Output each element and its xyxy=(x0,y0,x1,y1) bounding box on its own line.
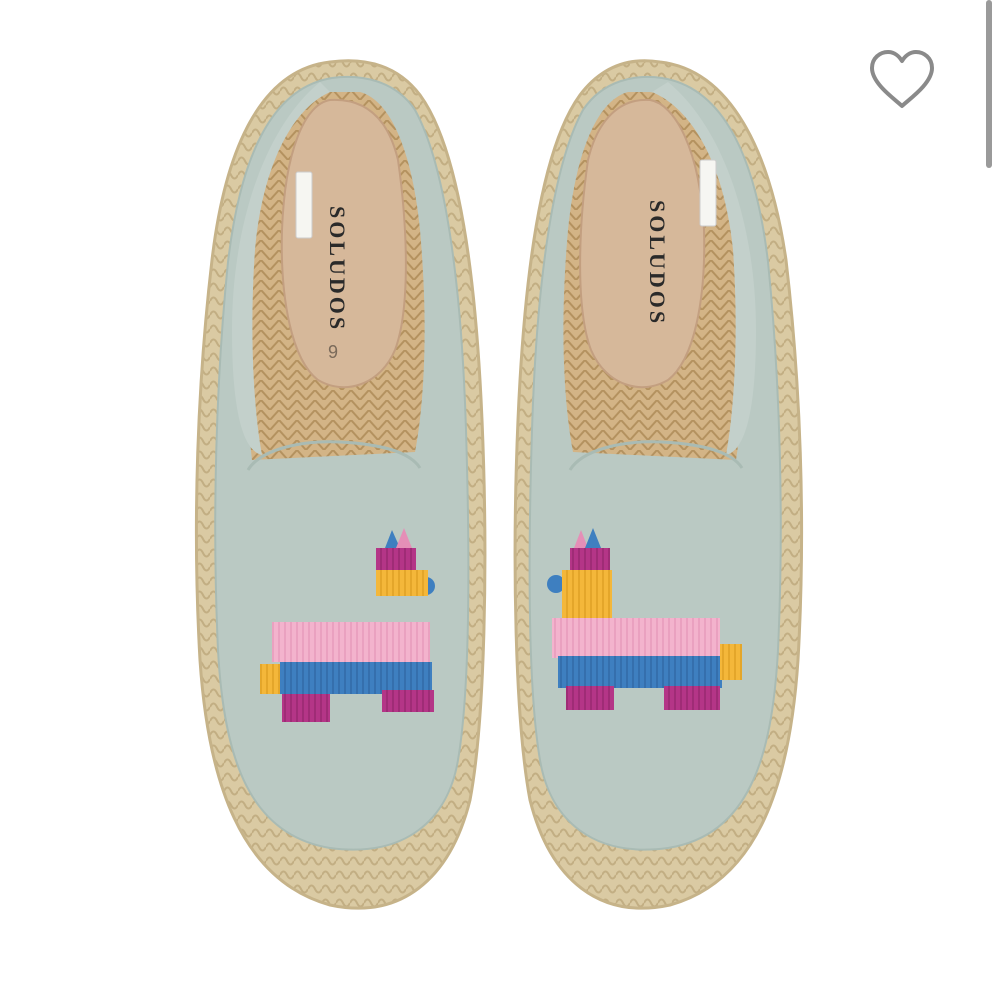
product-image-viewer: SOLUDOS SOLUDOS 9 xyxy=(0,0,1000,1000)
heart-outline-icon xyxy=(870,50,934,108)
left-shoe xyxy=(194,59,487,910)
vertical-scrollbar[interactable] xyxy=(986,0,992,168)
left-insole-size: 9 xyxy=(328,342,338,362)
right-shoe xyxy=(513,59,804,910)
espadrille-pair-image: SOLUDOS SOLUDOS 9 xyxy=(194,59,804,910)
right-insole-brand: SOLUDOS xyxy=(645,200,670,326)
favorite-button[interactable] xyxy=(866,48,938,112)
left-insole-brand: SOLUDOS xyxy=(325,206,350,332)
